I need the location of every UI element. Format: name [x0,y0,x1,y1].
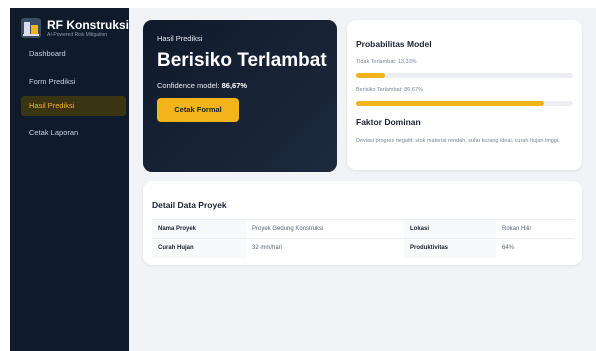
confidence-value: 86,67% [221,81,248,90]
probability-title: Probabilitas Model [356,39,432,49]
sidebar-item-dashboard[interactable]: Dashboard [21,44,126,64]
confidence-text: Confidence model: 86,67% [157,81,247,90]
brand: RF Konstruksi AI-Powered Risk Mitigation [21,18,129,38]
result-label: Hasil Prediksi [157,34,203,43]
detail-value: 64% [496,238,574,258]
detail-value: 32 mm/hari [246,238,404,258]
table-row: Nama Proyek Proyek Gedung Konstruksi Lok… [152,219,574,239]
brand-subtitle: AI-Powered Risk Mitigation [47,31,108,38]
project-detail-table: Nama Proyek Proyek Gedung Konstruksi Lok… [152,219,574,258]
factor-title: Faktor Dominan [356,117,421,127]
detail-key: Nama Proyek [152,219,246,239]
probability-card: Probabilitas Model Tidak Terlambat: 13,3… [347,20,582,170]
prob-fill-not-late [356,73,385,78]
table-row: Curah Hujan 32 mm/hari Produktivitas 64% [152,238,574,258]
project-detail-card: Detail Data Proyek Nama Proyek Proyek Ge… [143,181,582,265]
prob-fill-late [356,101,545,106]
sidebar-item-hasil-prediksi[interactable]: Hasil Prediksi [21,96,126,116]
prob-track-late [356,101,573,106]
print-formal-button[interactable]: Cetak Formal [157,98,239,122]
construction-logo-icon [21,18,41,38]
prob-label-late: Berisiko Terlambat: 86,67% [356,87,423,93]
result-title: Berisiko Terlambat [157,50,327,71]
brand-title: RF Konstruksi [47,17,130,32]
sidebar: RF Konstruksi AI-Powered Risk Mitigation… [10,8,129,351]
sidebar-item-form-prediksi[interactable]: Form Prediksi [21,72,126,92]
detail-key: Produktivitas [404,238,496,258]
detail-value: Rokan Hilir [496,219,574,239]
detail-key: Curah Hujan [152,238,246,258]
detail-key: Lokasi [404,219,496,239]
detail-value: Proyek Gedung Konstruksi [246,219,404,239]
confidence-prefix: Confidence model: [157,81,222,90]
detail-title: Detail Data Proyek [152,200,227,210]
factor-description: Deviasi progres negatif, stok material r… [356,138,560,144]
prob-label-not-late: Tidak Terlambat: 13,33% [356,59,417,65]
sidebar-item-cetak-laporan[interactable]: Cetak Laporan [21,123,126,143]
prob-track-not-late [356,73,573,78]
prediction-result-card: Hasil Prediksi Berisiko Terlambat Confid… [143,20,337,172]
